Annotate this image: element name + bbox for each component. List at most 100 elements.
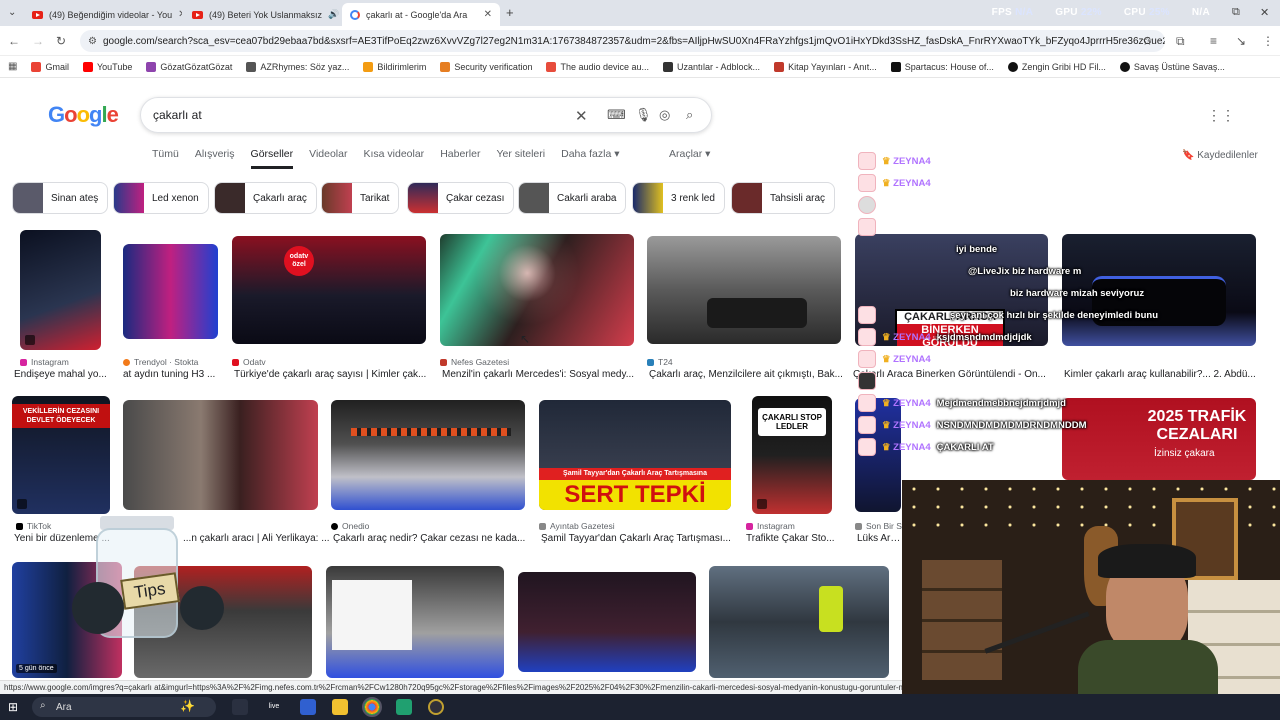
bookmark-spartacus[interactable]: Spartacus: House of... (890, 61, 994, 72)
bookmark-adblock[interactable]: Uzantılar - Adblock... (663, 61, 760, 72)
site-info-icon[interactable]: ⚙ (88, 36, 97, 47)
result-thumbnail[interactable] (709, 566, 889, 678)
crown-icon: ♛ (882, 397, 891, 409)
tab-daha-fazla[interactable]: Daha fazla ▾ (561, 148, 619, 169)
tab-videolar[interactable]: Videolar (309, 148, 347, 169)
bookmark-savas[interactable]: Savaş Üstüne Savaş... (1119, 61, 1225, 72)
bookmark-azrhymes[interactable]: AZRhymes: Söz yaz... (246, 61, 349, 72)
odatv-badge: odatv özel (284, 246, 314, 276)
close-icon[interactable]: ✕ (178, 9, 182, 20)
result-caption[interactable]: Çakarlı araç, Menzilcilere ait çıkmıştı,… (649, 369, 843, 380)
extensions-icon[interactable]: ⧉ (1176, 34, 1185, 49)
tab-gorseller[interactable]: Görseller (250, 148, 294, 169)
app-icon[interactable] (396, 699, 412, 715)
chat-text: biz hardware mizah seviyoruz (1010, 287, 1145, 299)
live-app-icon[interactable]: live (266, 699, 282, 715)
media-icon[interactable]: ≡ (1210, 34, 1217, 48)
tools-button[interactable]: Araçlar ▾ (669, 148, 710, 160)
apps-grid-icon[interactable]: ▦ (8, 61, 17, 72)
tab-google-search[interactable]: çakarlı at - Google'da Ara ✕ (342, 3, 500, 26)
result-thumbnail[interactable] (123, 244, 218, 339)
chip-tahsisli-arac[interactable]: Tahsisli araç (731, 182, 836, 214)
tab-search-icon[interactable]: ⌄ (8, 7, 16, 18)
result-thumbnail[interactable] (331, 400, 525, 510)
result-caption[interactable]: Türkiye'de çakarlı araç sayısı | Kimler … (234, 369, 428, 380)
app-icon[interactable] (300, 699, 316, 715)
task-view-icon[interactable] (232, 699, 248, 715)
result-thumbnail[interactable] (123, 400, 318, 510)
result-thumbnail[interactable] (440, 234, 634, 346)
stream-chat-overlay: ♛ ZEYNA4 ♛ ZEYNA4 iyi bende @LiveJix biz… (858, 150, 1158, 458)
bookmark-security[interactable]: Security verification (440, 61, 532, 72)
bookmark-gmail[interactable]: Gmail (31, 61, 69, 72)
close-window-icon[interactable]: ✕ (1260, 6, 1269, 19)
result-caption[interactable]: Çakarlı araç nedir? Çakar cezası ne kada… (333, 533, 527, 544)
new-tab-button[interactable]: + (506, 5, 514, 20)
taskbar-search[interactable]: ⌕ Ara ✨ (32, 697, 216, 717)
result-caption[interactable]: Endişeye mahal yo... (14, 369, 109, 380)
result-thumbnail[interactable]: Şamil Tayyar'dan Çakarlı Araç Tartışması… (539, 400, 731, 510)
bookmark-star-icon[interactable]: ☆ (1142, 34, 1153, 48)
chip-led-xenon[interactable]: Led xenon (113, 182, 209, 214)
minimize-icon[interactable]: ⧉ (1232, 6, 1240, 19)
result-caption[interactable]: Menzil'in çakarlı Mercedes'i: Sosyal med… (442, 369, 636, 380)
windows-start-icon[interactable]: ⊞ (8, 700, 18, 714)
google-apps-icon[interactable]: ⋮⋮ (1207, 107, 1235, 124)
chip-3-renk-led[interactable]: 3 renk led (632, 182, 725, 214)
clear-icon[interactable]: ✕ (575, 107, 588, 125)
download-icon[interactable]: ↘ (1236, 34, 1246, 48)
result-caption[interactable]: at aydın tuning H3 ... (123, 369, 221, 380)
saved-button[interactable]: 🔖 Kaydedilenler (1182, 150, 1258, 161)
address-bar[interactable]: ⚙ google.com/search?sca_esv=cea07bd29eba… (80, 30, 1165, 52)
tab-liked-videos[interactable]: (49) Beğendiğim videolar - You ✕ (24, 3, 182, 26)
chip-cakarli-arac[interactable]: Çakarlı araç (214, 182, 317, 214)
bookmark-youtube[interactable]: YouTube (82, 61, 132, 72)
chip-label: Tahsisli araç (770, 192, 826, 204)
result-caption[interactable]: Trafikte Çakar Sto... (746, 533, 836, 544)
result-thumbnail[interactable]: ÇAKARLI STOP LEDLER (752, 396, 832, 514)
result-thumbnail[interactable] (326, 566, 504, 678)
bookmark-bildirimlerim[interactable]: Bildirimlerim (363, 61, 426, 72)
tab-kisa-videolar[interactable]: Kısa videolar (363, 148, 424, 169)
t24-icon (647, 358, 654, 366)
bookmark-gozat[interactable]: GözatGözatGözat (146, 61, 232, 72)
app-icon[interactable] (428, 699, 444, 715)
source-label: Instagram (31, 357, 69, 367)
chip-cakar-cezasi[interactable]: Çakar cezası (407, 182, 515, 214)
chip-cakarli-araba[interactable]: Cakarli araba (518, 182, 627, 214)
chip-tarikat[interactable]: Tarikat (321, 182, 400, 214)
speaker-icon[interactable]: 🔊 (328, 9, 339, 20)
google-logo[interactable]: Google (48, 102, 119, 128)
close-icon[interactable]: ✕ (484, 9, 492, 20)
reload-icon[interactable]: ↻ (56, 34, 66, 48)
tab-haberler[interactable]: Haberler (440, 148, 480, 169)
result-caption[interactable]: Lüks Araç... (857, 533, 903, 544)
result-thumbnail[interactable] (518, 572, 696, 672)
chip-sinan-ates[interactable]: Sinan ateş (12, 182, 109, 214)
tab-alisveris[interactable]: Alışveriş (195, 148, 235, 169)
menu-icon[interactable]: ⋮ (1262, 34, 1274, 48)
keyboard-icon[interactable]: ⌨ (607, 107, 626, 123)
search-box[interactable]: çakarlı at ✕ ⌨ 🎙 ◎ ⌕ (140, 97, 712, 133)
url-text: google.com/search?sca_esv=cea07bd29ebaa7… (102, 35, 1165, 47)
bookmark-kitap[interactable]: Kitap Yayınları - Anıt... (774, 61, 877, 72)
bookmark-audio-device[interactable]: The audio device au... (546, 61, 649, 72)
mic-icon[interactable]: 🎙 (635, 107, 652, 123)
bookmark-zengin-gribi[interactable]: Zengin Gribi HD Fil... (1007, 61, 1106, 72)
chrome-icon[interactable] (362, 697, 382, 717)
tab-tumu[interactable]: Tümü (152, 148, 179, 169)
result-caption[interactable]: Şamil Tayyar'dan Çakarlı Araç Tartışması… (541, 533, 733, 544)
search-input[interactable]: çakarlı at (153, 108, 202, 122)
file-explorer-icon[interactable] (332, 699, 348, 715)
result-thumbnail[interactable]: VEKİLLERİN CEZASINI DEVLET ÖDEYECEK (12, 396, 110, 514)
search-icon[interactable]: ⌕ (686, 107, 693, 123)
forward-icon[interactable]: → (32, 34, 44, 48)
result-thumbnail[interactable]: odatv özel (232, 236, 426, 344)
result-thumbnail[interactable] (647, 236, 841, 344)
lens-icon[interactable]: ◎ (659, 107, 670, 123)
back-icon[interactable]: ← (8, 34, 20, 48)
tab-yer-siteleri[interactable]: Yer siteleri (496, 148, 545, 169)
result-thumbnail[interactable] (20, 230, 101, 350)
tab-video[interactable]: (49) Beteri Yok Uslanmaksız 🔊 ✕ (184, 3, 342, 26)
chip-thumbnail (732, 183, 762, 213)
